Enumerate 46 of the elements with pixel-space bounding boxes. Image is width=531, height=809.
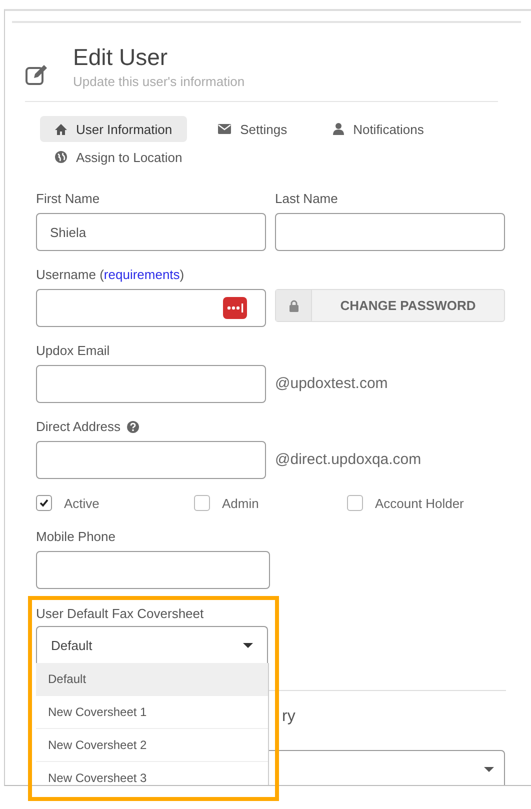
page-subtitle: Update this user's information [73, 74, 245, 89]
checkbox[interactable] [347, 495, 363, 511]
dropdown-option[interactable]: New Coversheet 2 [36, 729, 268, 762]
last-name-field[interactable] [275, 213, 505, 251]
field-label: Mobile Phone [36, 529, 116, 544]
help-icon[interactable] [126, 420, 139, 432]
globe-icon [55, 151, 67, 163]
checkbox[interactable] [194, 495, 210, 511]
checkbox-label: Account Holder [375, 496, 464, 510]
field-label: Last Name [275, 191, 339, 206]
tab[interactable]: Settings [203, 116, 302, 142]
home-icon [55, 124, 67, 134]
field-label: User Default Fax Coversheet [36, 606, 205, 621]
dropdown-option[interactable]: New Coversheet 1 [36, 696, 268, 729]
caret-icon [243, 642, 253, 648]
caret-icon [484, 767, 494, 772]
field-label: ) [180, 267, 184, 282]
direct-address-field[interactable] [36, 441, 266, 479]
requirements-link[interactable]: requirements [104, 267, 180, 282]
tab[interactable]: Notifications [318, 116, 439, 142]
person-icon [333, 123, 344, 135]
email-domain: @updoxtest.com [275, 375, 388, 392]
page-title: Edit User [73, 43, 169, 71]
section-heading: ry [282, 708, 296, 726]
dropdown-option[interactable]: New Coversheet 3 [36, 762, 268, 785]
checkbox-label: Active [64, 496, 100, 510]
direct-domain: @direct.updoxqa.com [275, 451, 422, 468]
lock-icon [288, 300, 298, 312]
username-field[interactable] [36, 289, 266, 327]
field-label: Direct Address [36, 419, 121, 434]
field-label: First Name [36, 191, 101, 206]
tab[interactable]: Assign to Location [40, 144, 198, 170]
mobile-phone-field[interactable] [36, 551, 270, 589]
edit-icon [25, 64, 49, 86]
envelope-icon [218, 124, 232, 134]
first-name-field[interactable]: Shiela [36, 213, 266, 251]
checkmark-icon [39, 498, 49, 508]
field-label: Username ( [36, 267, 104, 282]
checkbox-label: Admin [222, 496, 259, 510]
email-field[interactable] [36, 365, 266, 403]
tab[interactable]: User Information [40, 116, 188, 142]
field-label: Updox Email [36, 343, 111, 358]
dropdown-option[interactable]: Default [36, 663, 268, 696]
change-password-button[interactable]: CHANGE PASSWORD [275, 289, 505, 322]
checkbox[interactable] [36, 495, 52, 511]
password-manager-icon[interactable] [223, 297, 247, 319]
